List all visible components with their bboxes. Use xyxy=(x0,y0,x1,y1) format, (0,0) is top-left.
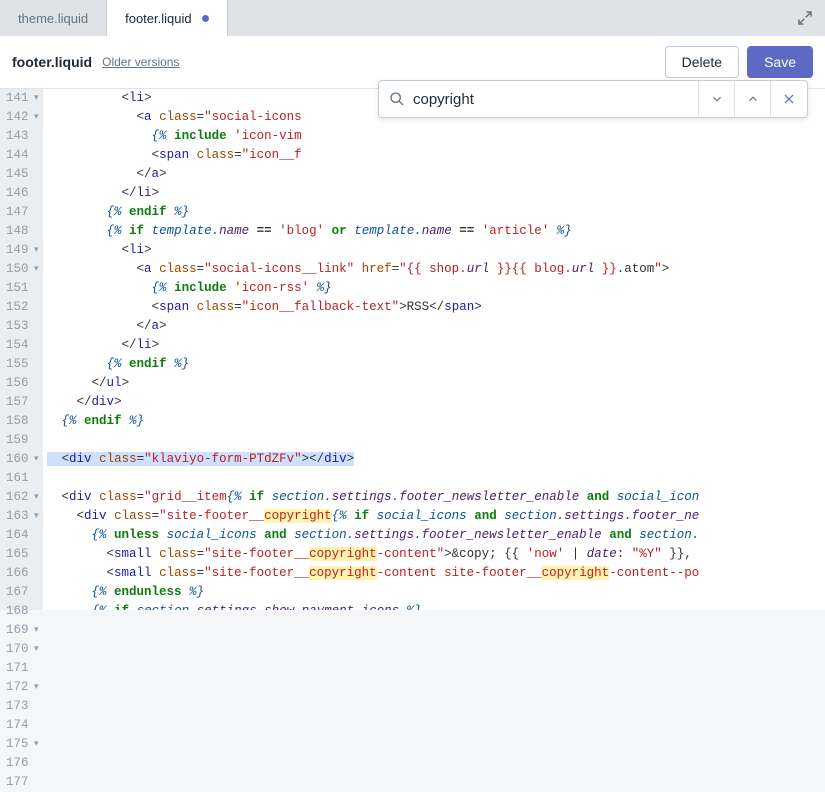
gutter-line: 145 xyxy=(6,165,39,184)
gutter-line: 156 xyxy=(6,374,39,393)
gutter-line: 146 xyxy=(6,184,39,203)
gutter-line: 163▾ xyxy=(6,507,39,526)
code-line: {% if template.name == 'blog' or templat… xyxy=(47,222,825,241)
tab-label: theme.liquid xyxy=(18,11,88,26)
gutter-line: 164 xyxy=(6,526,39,545)
gutter-line: 157 xyxy=(6,393,39,412)
gutter-line: 148 xyxy=(6,222,39,241)
code-line: <div class="site-footer__copyright{% if … xyxy=(47,507,825,526)
code-line xyxy=(47,469,825,488)
expand-editor-button[interactable] xyxy=(793,6,817,30)
gutter-line: 152 xyxy=(6,298,39,317)
line-gutter: 141▾142▾143144145146147148149▾150▾151152… xyxy=(0,89,43,610)
older-versions-link[interactable]: Older versions xyxy=(102,55,179,69)
gutter-line: 147 xyxy=(6,203,39,222)
gutter-line: 169▾ xyxy=(6,621,39,640)
file-name: footer.liquid xyxy=(12,54,92,70)
gutter-line: 171 xyxy=(6,659,39,678)
code-line: </a> xyxy=(47,317,825,336)
gutter-line: 151 xyxy=(6,279,39,298)
code-line xyxy=(47,431,825,450)
code-line: {% if section.settings.show_payment_icon… xyxy=(47,602,825,610)
tab-theme[interactable]: theme.liquid xyxy=(0,0,107,36)
code-line: <small class="site-footer__copyright-con… xyxy=(47,564,825,583)
code-line: <a class="social-icons__link" href="{{ s… xyxy=(47,260,825,279)
code-line: {% endunless %} xyxy=(47,583,825,602)
search-prev-button[interactable] xyxy=(735,81,771,117)
code-line: <div class="grid__item{% if section.sett… xyxy=(47,488,825,507)
expand-icon xyxy=(796,9,814,27)
gutter-line: 168 xyxy=(6,602,39,621)
gutter-line: 167 xyxy=(6,583,39,602)
chevron-down-icon xyxy=(710,92,724,106)
code-line: {% endif %} xyxy=(47,412,825,431)
gutter-line: 165 xyxy=(6,545,39,564)
code-line: {% include 'icon-rss' %} xyxy=(47,279,825,298)
code-line: {% unless social_icons and section.setti… xyxy=(47,526,825,545)
search-icon xyxy=(389,91,405,107)
gutter-line: 144 xyxy=(6,146,39,165)
gutter-line: 154 xyxy=(6,336,39,355)
code-line: </ul> xyxy=(47,374,825,393)
tab-label: footer.liquid xyxy=(125,11,192,26)
code-line: <li> xyxy=(47,241,825,260)
gutter-line: 142▾ xyxy=(6,108,39,127)
search-input-wrap xyxy=(379,81,699,117)
search-next-button[interactable] xyxy=(699,81,735,117)
code-line: {% endif %} xyxy=(47,203,825,222)
gutter-line: 173 xyxy=(6,697,39,716)
gutter-line: 158 xyxy=(6,412,39,431)
gutter-line: 162▾ xyxy=(6,488,39,507)
gutter-line: 177 xyxy=(6,773,39,792)
gutter-line: 149▾ xyxy=(6,241,39,260)
code-line: <div class="klaviyo-form-PTdZFv"></div> xyxy=(47,450,825,469)
subheader-actions: Delete Save xyxy=(665,46,813,78)
gutter-line: 159 xyxy=(6,431,39,450)
code-area[interactable]: <li> <a class="social-icons {% include '… xyxy=(43,89,825,610)
search-input[interactable] xyxy=(413,91,688,108)
gutter-line: 166 xyxy=(6,564,39,583)
gutter-line: 176 xyxy=(6,754,39,773)
delete-button[interactable]: Delete xyxy=(665,46,739,78)
gutter-line: 175▾ xyxy=(6,735,39,754)
search-close-button[interactable] xyxy=(771,81,807,117)
code-editor[interactable]: 141▾142▾143144145146147148149▾150▾151152… xyxy=(0,89,825,610)
code-line: </div> xyxy=(47,393,825,412)
gutter-line: 143 xyxy=(6,127,39,146)
code-line: <span class="icon__f xyxy=(47,146,825,165)
close-icon xyxy=(782,92,796,106)
code-line: </a> xyxy=(47,165,825,184)
gutter-line: 153 xyxy=(6,317,39,336)
gutter-line: 150▾ xyxy=(6,260,39,279)
gutter-line: 172▾ xyxy=(6,678,39,697)
gutter-line: 141▾ xyxy=(6,89,39,108)
search-panel xyxy=(378,80,808,118)
gutter-line: 155 xyxy=(6,355,39,374)
tab-bar: theme.liquid footer.liquid xyxy=(0,0,825,36)
chevron-up-icon xyxy=(746,92,760,106)
code-line: {% include 'icon-vim xyxy=(47,127,825,146)
code-line: </li> xyxy=(47,336,825,355)
tab-footer[interactable]: footer.liquid xyxy=(107,0,228,36)
gutter-line: 161 xyxy=(6,469,39,488)
gutter-line: 170▾ xyxy=(6,640,39,659)
gutter-line: 160▾ xyxy=(6,450,39,469)
unsaved-dot-icon xyxy=(202,15,209,22)
gutter-line: 174 xyxy=(6,716,39,735)
save-button[interactable]: Save xyxy=(747,46,813,78)
code-line: </li> xyxy=(47,184,825,203)
code-line: <small class="site-footer__copyright-con… xyxy=(47,545,825,564)
code-line: <span class="icon__fallback-text">RSS</s… xyxy=(47,298,825,317)
code-line: {% endif %} xyxy=(47,355,825,374)
